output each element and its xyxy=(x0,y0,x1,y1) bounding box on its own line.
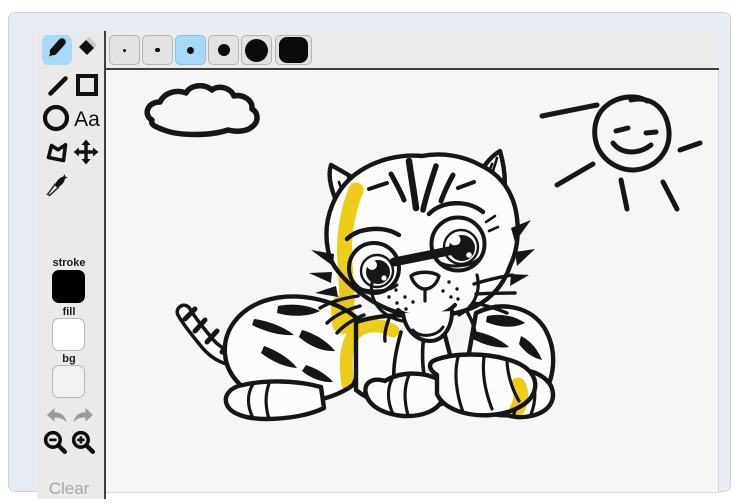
pencil-icon xyxy=(45,36,69,65)
eyedropper-tool-button[interactable] xyxy=(41,173,71,203)
brush-size-button-5[interactable] xyxy=(241,35,272,65)
stroke-color-swatch[interactable] xyxy=(52,270,85,303)
brush-size-button-4[interactable] xyxy=(208,35,239,65)
eraser-icon xyxy=(76,36,100,65)
bg-swatch-label: bg xyxy=(37,353,101,365)
move-tool-button[interactable] xyxy=(71,139,101,169)
clear-button[interactable]: Clear xyxy=(37,479,101,499)
zoom-out-button[interactable] xyxy=(41,430,70,460)
undo-button[interactable] xyxy=(44,408,69,428)
brush-dot-icon xyxy=(155,48,160,53)
paint-app: Aa xyxy=(0,0,740,504)
redo-button[interactable] xyxy=(70,408,95,428)
bg-color-swatch[interactable] xyxy=(52,365,85,398)
polygon-tool-button[interactable] xyxy=(42,140,72,170)
brush-size-button-3[interactable] xyxy=(175,35,206,65)
eraser-tool-button[interactable] xyxy=(73,35,103,65)
sun-drawing xyxy=(542,97,700,209)
undo-arrow-icon xyxy=(45,406,69,430)
polygon-icon xyxy=(45,141,69,170)
line-icon xyxy=(46,74,70,103)
zoom-in-button[interactable] xyxy=(69,430,98,460)
redo-arrow-icon xyxy=(71,406,95,430)
text-tool-button[interactable]: Aa xyxy=(72,105,102,135)
canvas-artwork xyxy=(106,70,718,492)
brush-size-button-1[interactable] xyxy=(109,35,140,65)
zoom-in-icon xyxy=(70,429,97,461)
text-icon: Aa xyxy=(74,108,100,132)
rectangle-tool-button[interactable] xyxy=(72,72,102,102)
ellipse-tool-button[interactable] xyxy=(41,105,71,135)
zoom-out-icon xyxy=(42,429,69,461)
brush-dot-icon xyxy=(245,39,268,62)
tiger-drawing xyxy=(184,151,553,419)
eyedropper-icon xyxy=(44,173,69,203)
cloud-drawing xyxy=(147,86,257,135)
brush-size-button-2[interactable] xyxy=(142,35,173,65)
tool-palette: Aa xyxy=(37,31,105,499)
rectangle-icon xyxy=(74,72,100,103)
move-icon xyxy=(73,139,99,170)
brush-dot-icon xyxy=(218,44,230,56)
drawing-canvas[interactable] xyxy=(106,70,719,493)
fill-color-swatch[interactable] xyxy=(52,318,85,351)
fill-swatch-label: fill xyxy=(37,306,101,318)
brush-dot-icon xyxy=(123,49,126,52)
brush-size-bar xyxy=(106,31,718,68)
circle-icon xyxy=(42,104,70,137)
line-tool-button[interactable] xyxy=(43,73,73,103)
stroke-swatch-label: stroke xyxy=(37,257,101,269)
brush-dot-icon xyxy=(187,47,194,54)
pencil-tool-button[interactable] xyxy=(42,35,72,65)
brush-dot-icon xyxy=(279,37,308,63)
brush-size-button-6[interactable] xyxy=(275,35,312,65)
app-window: Aa xyxy=(8,12,731,492)
